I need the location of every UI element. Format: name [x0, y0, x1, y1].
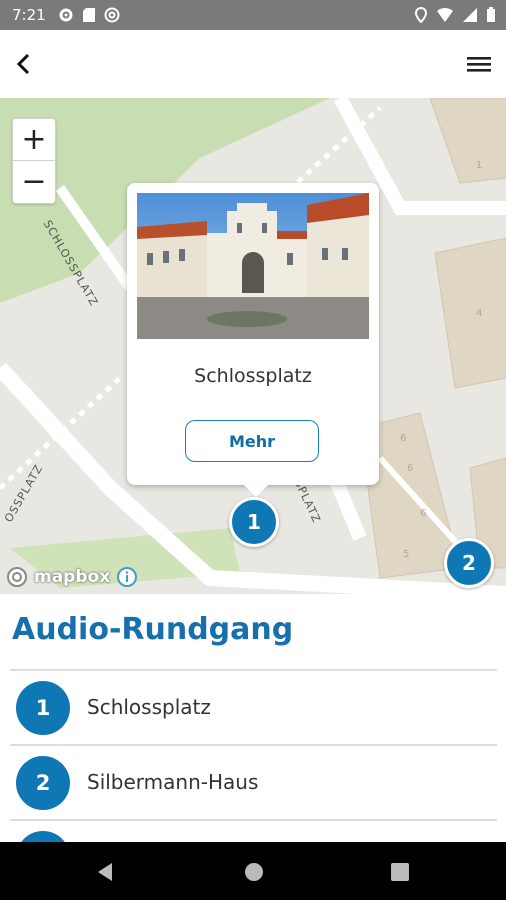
- stop-number-badge: 2: [16, 756, 70, 810]
- location-icon: [414, 7, 428, 23]
- status-time: 7:21: [12, 6, 46, 24]
- building-number: 6: [400, 433, 407, 444]
- mapbox-wordmark: mapbox: [34, 567, 111, 587]
- home-nav-icon[interactable]: [243, 861, 265, 883]
- sd-card-icon: [83, 8, 95, 22]
- recents-nav-icon[interactable]: [389, 861, 411, 883]
- stop-name: Schlossplatz: [87, 695, 211, 719]
- list-item[interactable]: 2 Silbermann-Haus: [10, 746, 497, 821]
- zoom-out-button[interactable]: −: [13, 161, 55, 202]
- building-number: 6: [407, 463, 414, 474]
- at-sign-icon: [104, 7, 120, 23]
- building-number: 1: [476, 160, 483, 171]
- info-icon[interactable]: [116, 566, 138, 588]
- more-button[interactable]: Mehr: [185, 420, 319, 462]
- mapbox-logo-icon: [7, 567, 27, 587]
- popup-title: Schlossplatz: [194, 365, 312, 387]
- hamburger-menu-icon[interactable]: [464, 50, 494, 78]
- app-bar: [0, 30, 506, 98]
- building-number: 5: [403, 549, 410, 560]
- list-item[interactable]: 1 Schlossplatz: [10, 671, 497, 746]
- stop-number-badge: 1: [16, 681, 70, 735]
- section-title: Audio-Rundgang: [12, 612, 294, 647]
- stop-name: Silbermann-Haus: [87, 770, 259, 794]
- location-photo: [137, 193, 369, 339]
- map-marker[interactable]: 2: [444, 538, 494, 588]
- map-attribution: mapbox: [6, 566, 138, 588]
- status-bar: 7:21: [0, 0, 506, 30]
- building-number: 4: [476, 308, 483, 319]
- map-marker[interactable]: 1: [229, 497, 279, 547]
- battery-icon: [487, 7, 495, 22]
- map-view[interactable]: SCHLOSSPLATZ SSPLATZ OSSPLATZ 1 4 6 6 6 …: [0, 98, 506, 594]
- zoom-in-button[interactable]: +: [13, 119, 55, 161]
- location-popup: Schlossplatz Mehr: [127, 183, 379, 497]
- settings-icon: [59, 8, 73, 22]
- building-number: 6: [420, 508, 427, 519]
- back-nav-icon[interactable]: [94, 861, 116, 883]
- zoom-control: + −: [12, 118, 56, 204]
- wifi-icon: [437, 7, 453, 22]
- system-nav-bar: [0, 842, 506, 900]
- back-arrow-icon[interactable]: [10, 50, 38, 78]
- tour-panel: Audio-Rundgang 1 Schlossplatz 2 Silberma…: [0, 594, 506, 885]
- signal-icon: [463, 8, 477, 22]
